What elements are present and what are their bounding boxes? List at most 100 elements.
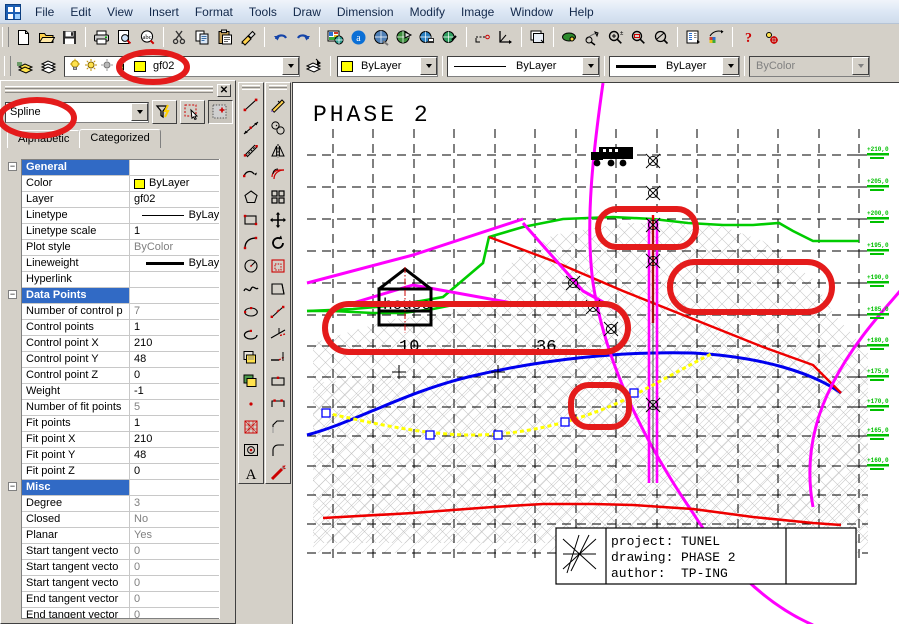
property-row[interactable]: Fit points 1: [22, 416, 233, 432]
layer-combo-arrow-icon[interactable]: [282, 57, 299, 75]
spline-icon[interactable]: [239, 277, 263, 300]
match-properties-icon[interactable]: [237, 26, 260, 48]
freeze-viewport-icon[interactable]: [100, 58, 114, 75]
scale-icon[interactable]: [266, 254, 290, 277]
property-category-row[interactable]: Data Points: [22, 288, 233, 304]
ellipse-arc-icon[interactable]: [239, 323, 263, 346]
property-row[interactable]: Hyperlink: [22, 272, 233, 288]
etransmit-icon[interactable]: [416, 26, 439, 48]
multiline-text-icon[interactable]: A: [239, 461, 263, 484]
property-row[interactable]: Fit point Z0: [22, 464, 233, 480]
category-expander-icon[interactable]: −: [8, 162, 17, 171]
property-category-row[interactable]: Misc: [22, 480, 233, 496]
property-row[interactable]: End tangent vector 0: [22, 608, 233, 618]
property-value[interactable]: 210: [130, 336, 233, 351]
tab-categorized[interactable]: Categorized: [79, 129, 161, 148]
property-row[interactable]: Start tangent vecto 0: [22, 576, 233, 592]
property-value[interactable]: 1: [130, 320, 233, 335]
menu-format[interactable]: Format: [187, 2, 241, 22]
toolbar-grip[interactable]: [268, 84, 288, 92]
polyline-icon[interactable]: [239, 162, 263, 185]
property-row[interactable]: Start tangent vecto 0: [22, 560, 233, 576]
property-value[interactable]: ByLayer: [130, 208, 233, 223]
print-preview-icon[interactable]: [113, 26, 136, 48]
property-value[interactable]: 1: [130, 224, 233, 239]
category-expander-icon[interactable]: −: [8, 482, 17, 491]
offset-icon[interactable]: [266, 162, 290, 185]
new-icon[interactable]: [12, 26, 35, 48]
property-row[interactable]: Fit point X 210: [22, 432, 233, 448]
hatch-icon[interactable]: [239, 415, 263, 438]
unlocked-padlock-icon[interactable]: [116, 58, 130, 75]
lightbulb-on-icon[interactable]: [68, 58, 82, 75]
select-objects-icon[interactable]: [180, 100, 205, 124]
palette-grip[interactable]: [3, 85, 217, 95]
cut-icon[interactable]: [168, 26, 191, 48]
property-row[interactable]: Color ByLayer: [22, 176, 233, 192]
properties-icon[interactable]: [682, 26, 705, 48]
toggle-pickadd-icon[interactable]: [208, 100, 233, 124]
property-row[interactable]: Linetype scale 1: [22, 224, 233, 240]
spellcheck-icon[interactable]: abc: [136, 26, 159, 48]
property-value[interactable]: 0: [130, 544, 233, 559]
property-row[interactable]: End tangent vector 0: [22, 592, 233, 608]
color-control-combo[interactable]: ByLayer: [337, 55, 438, 77]
menu-insert[interactable]: Insert: [141, 2, 187, 22]
today-icon[interactable]: a: [347, 26, 370, 48]
stretch-icon[interactable]: [266, 277, 290, 300]
property-value[interactable]: ByLayer: [130, 176, 233, 191]
property-row[interactable]: Number of control p7: [22, 304, 233, 320]
linetype-combo-arrow-icon[interactable]: [582, 57, 599, 75]
lengthen-icon[interactable]: [266, 300, 290, 323]
launch-browser-icon[interactable]: [324, 26, 347, 48]
menu-dimension[interactable]: Dimension: [329, 2, 402, 22]
insert-block-icon[interactable]: [239, 346, 263, 369]
rotate-icon[interactable]: [266, 231, 290, 254]
copy-icon[interactable]: [191, 26, 214, 48]
explode-icon[interactable]: [266, 461, 290, 484]
property-row[interactable]: Layer gf02: [22, 192, 233, 208]
break-at-point-icon[interactable]: [266, 369, 290, 392]
property-value[interactable]: 5: [130, 400, 233, 415]
extend-icon[interactable]: [266, 346, 290, 369]
property-row[interactable]: Start tangent vecto 0: [22, 544, 233, 560]
layers-icon[interactable]: [37, 55, 60, 77]
property-value[interactable]: gf02: [130, 192, 233, 207]
region-icon[interactable]: [239, 438, 263, 461]
insert-hyperlink-icon[interactable]: [439, 26, 462, 48]
property-value[interactable]: 3: [130, 496, 233, 511]
property-value[interactable]: 0: [130, 608, 233, 618]
toolbar-grip[interactable]: [4, 56, 11, 76]
menu-draw[interactable]: Draw: [285, 2, 329, 22]
property-row[interactable]: Degree 3: [22, 496, 233, 512]
object-type-combo[interactable]: Spline: [5, 101, 149, 123]
toolbar-grip[interactable]: [2, 27, 9, 47]
menu-modify[interactable]: Modify: [402, 2, 453, 22]
meet-now-icon[interactable]: [370, 26, 393, 48]
property-value[interactable]: 1: [130, 416, 233, 431]
ellipse-icon[interactable]: [239, 300, 263, 323]
object-type-arrow-icon[interactable]: [131, 103, 148, 121]
menu-file[interactable]: File: [27, 2, 62, 22]
zoom-window-icon[interactable]: ±: [604, 26, 627, 48]
multiline-icon[interactable]: [239, 139, 263, 162]
paste-icon[interactable]: [214, 26, 237, 48]
property-category-row[interactable]: General: [22, 160, 233, 176]
pan-realtime-icon[interactable]: [558, 26, 581, 48]
named-views-icon[interactable]: [526, 26, 549, 48]
property-value[interactable]: 0: [130, 560, 233, 575]
trim-icon[interactable]: [266, 323, 290, 346]
move-icon[interactable]: [266, 208, 290, 231]
category-expander-icon[interactable]: −: [8, 290, 17, 299]
publish-web-icon[interactable]: [393, 26, 416, 48]
open-icon[interactable]: [35, 26, 58, 48]
property-row[interactable]: Weight -1: [22, 384, 233, 400]
circle-icon[interactable]: [239, 254, 263, 277]
array-icon[interactable]: [266, 185, 290, 208]
distance-icon[interactable]: [471, 26, 494, 48]
menu-tools[interactable]: Tools: [241, 2, 285, 22]
property-value[interactable]: Yes: [130, 528, 233, 543]
lineweight-control-combo[interactable]: ByLayer: [609, 55, 740, 77]
property-value[interactable]: ByLayer: [130, 256, 233, 271]
line-icon[interactable]: [239, 93, 263, 116]
